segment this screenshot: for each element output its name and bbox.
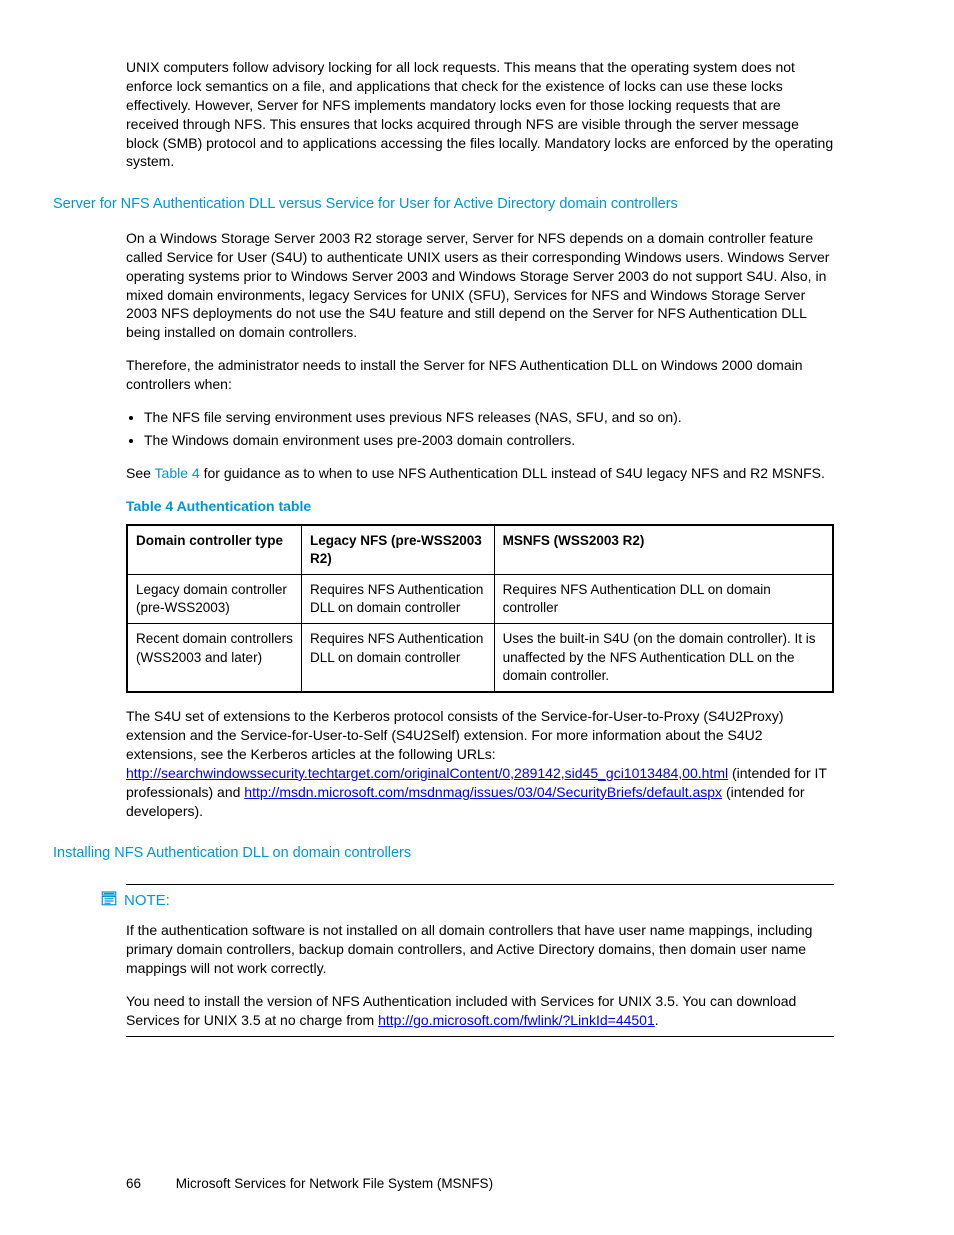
table-cell: Recent domain controllers (WSS2003 and l… bbox=[127, 624, 302, 692]
text: for guidance as to when to use NFS Authe… bbox=[200, 465, 825, 481]
table-cell: Uses the built-in S4U (on the domain con… bbox=[494, 624, 833, 692]
table-header: Domain controller type bbox=[127, 525, 302, 575]
table-row: Legacy domain controller (pre-WSS2003) R… bbox=[127, 575, 833, 624]
section-heading-auth-dll-vs-s4u: Server for NFS Authentication DLL versus… bbox=[53, 195, 834, 215]
rule bbox=[126, 1036, 834, 1037]
note-label: NOTE: bbox=[124, 891, 170, 911]
table-header: MSNFS (WSS2003 R2) bbox=[494, 525, 833, 575]
table-header: Legacy NFS (pre-WSS2003 R2) bbox=[302, 525, 495, 575]
table-cell: Requires NFS Authentication DLL on domai… bbox=[494, 575, 833, 624]
paragraph: On a Windows Storage Server 2003 R2 stor… bbox=[126, 229, 834, 342]
text: . bbox=[655, 1012, 659, 1028]
note-block: NOTE: If the authentication software is … bbox=[126, 884, 834, 1037]
paragraph: The S4U set of extensions to the Kerbero… bbox=[126, 707, 834, 820]
note-icon bbox=[100, 889, 118, 913]
external-link[interactable]: http://go.microsoft.com/fwlink/?LinkId=4… bbox=[378, 1012, 655, 1028]
page-number: 66 bbox=[126, 1175, 172, 1193]
table-cell: Requires NFS Authentication DLL on domai… bbox=[302, 624, 495, 692]
intro-paragraph: UNIX computers follow advisory locking f… bbox=[126, 58, 834, 171]
footer-title: Microsoft Services for Network File Syst… bbox=[176, 1176, 493, 1191]
table-cell: Legacy domain controller (pre-WSS2003) bbox=[127, 575, 302, 624]
list-item: The Windows domain environment uses pre-… bbox=[144, 431, 834, 450]
external-link[interactable]: http://msdn.microsoft.com/msdnmag/issues… bbox=[244, 784, 722, 800]
list-item: The NFS file serving environment uses pr… bbox=[144, 408, 834, 427]
table-caption: Table 4 Authentication table bbox=[126, 497, 834, 516]
note-paragraph: If the authentication software is not in… bbox=[126, 921, 834, 978]
text: See bbox=[126, 465, 155, 481]
paragraph: See Table 4 for guidance as to when to u… bbox=[126, 464, 834, 483]
document-page: UNIX computers follow advisory locking f… bbox=[0, 0, 954, 1235]
page-footer: 66 Microsoft Services for Network File S… bbox=[126, 1175, 493, 1193]
section-heading-installing-dll: Installing NFS Authentication DLL on dom… bbox=[53, 844, 834, 864]
paragraph: Therefore, the administrator needs to in… bbox=[126, 356, 834, 394]
external-link[interactable]: http://searchwindowssecurity.techtarget.… bbox=[126, 765, 728, 781]
note-paragraph: You need to install the version of NFS A… bbox=[126, 992, 834, 1030]
table-ref-link[interactable]: Table 4 bbox=[155, 465, 200, 481]
table-cell: Requires NFS Authentication DLL on domai… bbox=[302, 575, 495, 624]
bullet-list: The NFS file serving environment uses pr… bbox=[126, 408, 834, 450]
table-row: Recent domain controllers (WSS2003 and l… bbox=[127, 624, 833, 692]
rule bbox=[126, 884, 834, 885]
note-heading: NOTE: bbox=[100, 889, 834, 913]
text: The S4U set of extensions to the Kerbero… bbox=[126, 708, 784, 762]
authentication-table: Domain controller type Legacy NFS (pre-W… bbox=[126, 524, 834, 694]
